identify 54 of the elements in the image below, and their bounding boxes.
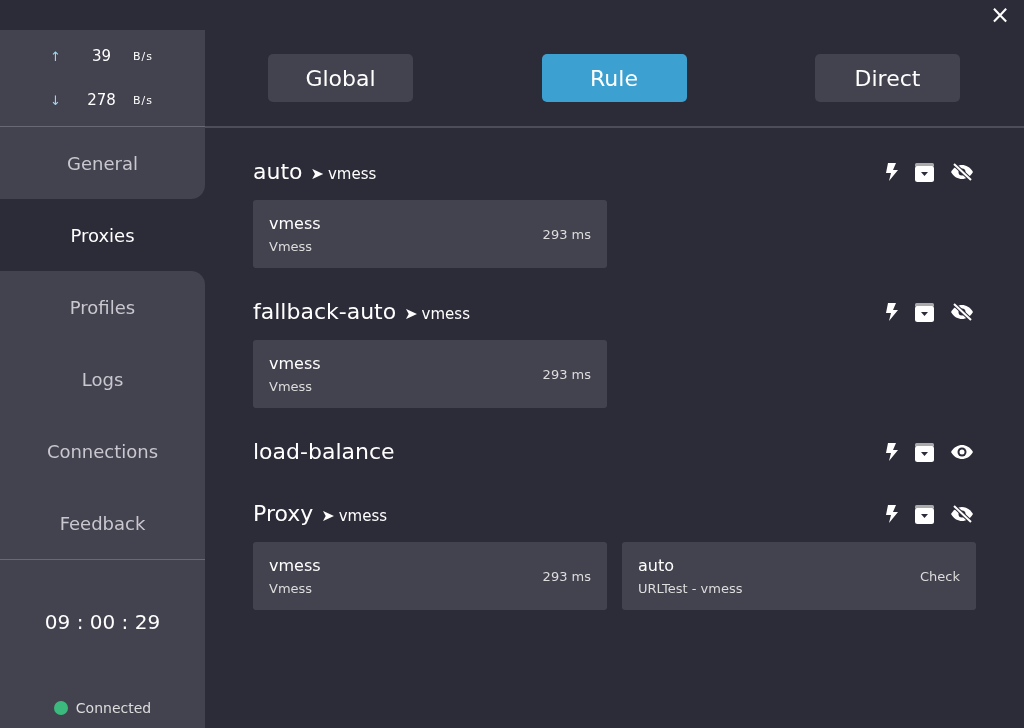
proxy-card[interactable]: vmess Vmess 293 ms	[253, 340, 607, 408]
selected-proxy: vmess	[338, 506, 388, 527]
speed-unit: B/s	[133, 49, 153, 63]
lightning-icon[interactable]	[885, 303, 899, 321]
timer-text: 09 : 00 : 29	[44, 610, 161, 634]
group-name: auto	[253, 158, 303, 186]
sidebar-item[interactable]: Profiles	[0, 271, 205, 343]
selected-proxy: vmess	[327, 164, 377, 185]
archive-icon[interactable]	[915, 442, 934, 462]
close-button[interactable]: ×	[981, 2, 1024, 28]
lightning-icon[interactable]	[885, 505, 899, 523]
status-label: Connected	[75, 700, 152, 716]
eye-slash-icon[interactable]	[950, 505, 974, 523]
sidebar-item[interactable]: General	[0, 127, 205, 199]
proxy-name: vmess	[269, 556, 322, 575]
proxy-name: vmess	[269, 214, 322, 233]
delay-text: 293 ms	[542, 568, 591, 584]
arrow-glyph: ➤	[321, 505, 335, 527]
delay-text: 293 ms	[542, 226, 591, 242]
selected-proxy: vmess	[421, 304, 470, 325]
lightning-icon[interactable]	[885, 443, 899, 461]
sidebar-item[interactable]: Feedback	[0, 487, 205, 559]
delay-text: Check	[920, 568, 960, 584]
arrow-glyph: ➤	[310, 163, 324, 185]
mode-button[interactable]: Direct	[815, 54, 960, 102]
proxy-card[interactable]: vmess Vmess 293 ms	[253, 200, 607, 268]
speed-unit: B/s	[133, 93, 153, 107]
proxy-card[interactable]: auto URLTest - vmess Check	[622, 542, 976, 610]
group-name: fallback-auto	[253, 298, 397, 326]
archive-icon[interactable]	[915, 162, 934, 182]
sidebar-item[interactable]: Logs	[0, 343, 205, 415]
arrow-glyph: ↓	[50, 92, 62, 108]
group-name: Proxy	[253, 500, 314, 528]
speed-value: 39	[90, 47, 113, 65]
proxy-type: Vmess	[269, 581, 314, 596]
archive-icon[interactable]	[915, 302, 934, 322]
speed-value: 278	[86, 91, 117, 109]
sidebar-item[interactable]: Connections	[0, 415, 205, 487]
proxy-type: URLTest - vmess	[638, 581, 744, 596]
proxy-name: auto	[638, 556, 675, 575]
lightning-icon[interactable]	[885, 163, 899, 181]
delay-text: 293 ms	[542, 366, 591, 382]
eye-slash-icon[interactable]	[950, 303, 974, 321]
group-name: load-balance	[253, 438, 395, 466]
proxy-type: Vmess	[269, 239, 314, 254]
proxy-card[interactable]: vmess Vmess 293 ms	[253, 542, 607, 610]
proxy-name: vmess	[269, 354, 322, 373]
proxy-type: Vmess	[269, 379, 314, 394]
arrow-glyph: ➤	[404, 303, 418, 325]
eye-icon[interactable]	[950, 444, 974, 460]
arrow-glyph: ↑	[50, 48, 62, 64]
mode-button[interactable]: Global	[268, 54, 413, 102]
eye-slash-icon[interactable]	[950, 163, 974, 181]
archive-icon[interactable]	[915, 504, 934, 524]
